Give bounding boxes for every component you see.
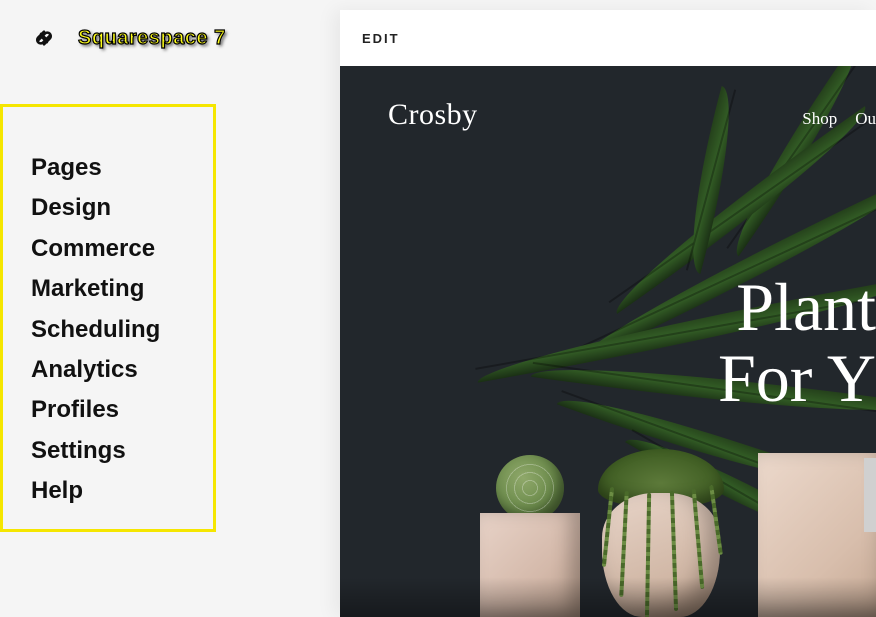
nav-link-our[interactable]: Ou bbox=[855, 109, 876, 129]
sidebar-item-commerce[interactable]: Commerce bbox=[31, 236, 185, 262]
sidebar: Squarespace 7 Pages Design Commerce Mark… bbox=[0, 0, 340, 617]
site-nav: Shop Ou bbox=[802, 109, 876, 129]
nav-link-shop[interactable]: Shop bbox=[802, 109, 837, 129]
sidebar-item-scheduling[interactable]: Scheduling bbox=[31, 317, 185, 343]
sidebar-item-settings[interactable]: Settings bbox=[31, 438, 185, 464]
edit-button[interactable]: EDIT bbox=[362, 31, 400, 46]
site-header: Crosby Shop Ou bbox=[388, 98, 876, 132]
site-title[interactable]: Crosby bbox=[388, 98, 478, 132]
annotation-label: Squarespace 7 bbox=[78, 27, 226, 50]
preview-scrollbar-thumb[interactable] bbox=[864, 458, 876, 532]
hero-heading-line1: Plant bbox=[718, 272, 876, 343]
logo-row: Squarespace 7 bbox=[30, 24, 226, 52]
sidebar-item-marketing[interactable]: Marketing bbox=[31, 276, 185, 302]
sidebar-item-design[interactable]: Design bbox=[31, 195, 185, 221]
sidebar-item-pages[interactable]: Pages bbox=[31, 155, 185, 181]
sidebar-item-profiles[interactable]: Profiles bbox=[31, 397, 185, 423]
hero-heading-line2: For Y bbox=[718, 343, 876, 414]
ground-shadow-decor bbox=[340, 577, 876, 617]
sidebar-item-analytics[interactable]: Analytics bbox=[31, 357, 185, 383]
sidebar-item-help[interactable]: Help bbox=[31, 478, 185, 504]
squarespace-logo-icon bbox=[30, 24, 58, 52]
edit-bar: EDIT bbox=[340, 10, 876, 66]
hero-preview[interactable]: Crosby Shop Ou Plant For Y bbox=[340, 66, 876, 617]
sidebar-nav-highlight-box: Pages Design Commerce Marketing Scheduli… bbox=[0, 104, 216, 532]
site-preview-panel: EDIT Crosby Shop Ou Plant For Y bbox=[340, 10, 876, 617]
hero-heading: Plant For Y bbox=[718, 272, 876, 415]
